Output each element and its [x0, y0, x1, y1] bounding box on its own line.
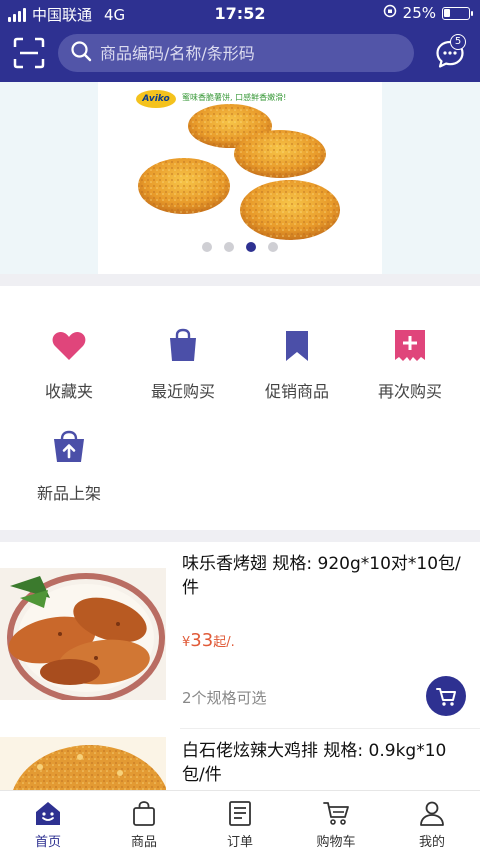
price-value: 33 [190, 630, 214, 651]
banner-slide[interactable]: Aviko 蜜味香脆薯饼, 口感鲜香嫩滑! [98, 82, 382, 274]
quick-menu-label: 新品上架 [36, 484, 101, 503]
scan-icon [13, 37, 45, 69]
home-icon [34, 799, 62, 827]
section-divider [0, 274, 480, 286]
tab-label: 购物车 [316, 835, 356, 850]
section-divider [0, 530, 480, 542]
shopping-bag-icon [163, 326, 203, 366]
search-bar[interactable] [58, 34, 414, 72]
quick-menu-new-arrivals[interactable]: 新品上架 [9, 428, 129, 504]
product-image [0, 737, 166, 790]
tab-profile[interactable]: 我的 [384, 799, 480, 850]
product-title[interactable]: 白石佬炫辣大鸡排 规格: 0.9kg*10包/件 [182, 739, 462, 787]
tab-products[interactable]: 商品 [96, 799, 192, 850]
bookmark-icon [277, 326, 317, 366]
app-header: 中国联通 4G 17:52 25% 5 [0, 0, 480, 82]
battery-percent: 25% [402, 4, 436, 22]
tab-home[interactable]: 首页 [0, 799, 96, 850]
status-bar: 中国联通 4G 17:52 25% [0, 0, 480, 28]
carousel-dot[interactable] [202, 242, 212, 252]
carousel-dot[interactable] [224, 242, 234, 252]
tab-orders[interactable]: 订单 [192, 799, 288, 850]
tab-label: 我的 [418, 835, 445, 850]
carousel-dot[interactable] [268, 242, 278, 252]
order-list-icon [226, 799, 254, 827]
product-card[interactable]: 味乐香烤翅 规格: 920g*10对*10包/件 ¥33起/. 2个规格可选 [0, 542, 480, 728]
add-to-cart-button[interactable] [426, 676, 466, 716]
scan-button[interactable] [12, 36, 46, 70]
cart-icon [436, 688, 456, 706]
search-icon [70, 40, 92, 66]
quick-menu-buy-again[interactable]: 再次购买 [350, 326, 470, 402]
tab-cart[interactable]: 购物车 [288, 799, 384, 850]
product-image [0, 568, 166, 700]
quick-menu-recent-purchases[interactable]: 最近购买 [123, 326, 243, 402]
quick-menu-promotions[interactable]: 促销商品 [237, 326, 357, 402]
plus-ticket-icon [390, 326, 430, 366]
carousel-indicator [98, 242, 382, 252]
quick-menu-label: 最近购买 [150, 382, 215, 401]
spec-count: 2个规格可选 [182, 689, 267, 707]
search-input[interactable] [100, 43, 400, 63]
basket-upload-icon [49, 428, 89, 468]
bag-icon [130, 799, 158, 827]
product-price: ¥33起/. [182, 630, 235, 651]
bottom-tab-bar: 首页 商品 订单 购物车 我的 [0, 790, 480, 853]
quick-menu-favorites[interactable]: 收藏夹 [9, 326, 129, 402]
hash-brown-image [138, 104, 340, 240]
cart-icon [322, 799, 350, 827]
tab-label: 订单 [226, 835, 253, 850]
heart-icon [49, 326, 89, 366]
message-count-badge: 5 [450, 34, 466, 50]
quick-menu-label: 再次购买 [377, 382, 442, 401]
tab-label: 首页 [34, 835, 61, 850]
rotation-lock-icon [383, 4, 397, 22]
carousel-dot[interactable] [246, 242, 256, 252]
price-suffix: 起/. [213, 635, 235, 650]
product-card[interactable]: 白石佬炫辣大鸡排 规格: 0.9kg*10包/件 [0, 729, 480, 790]
product-title[interactable]: 味乐香烤翅 规格: 920g*10对*10包/件 [182, 552, 462, 600]
tab-label: 商品 [130, 835, 157, 850]
quick-menu-label: 促销商品 [264, 382, 329, 401]
banner-carousel[interactable]: Aviko 蜜味香脆薯饼, 口感鲜香嫩滑! [0, 82, 480, 274]
quick-menu-label: 收藏夹 [44, 382, 93, 401]
battery-icon [442, 6, 473, 20]
user-icon [418, 799, 446, 827]
